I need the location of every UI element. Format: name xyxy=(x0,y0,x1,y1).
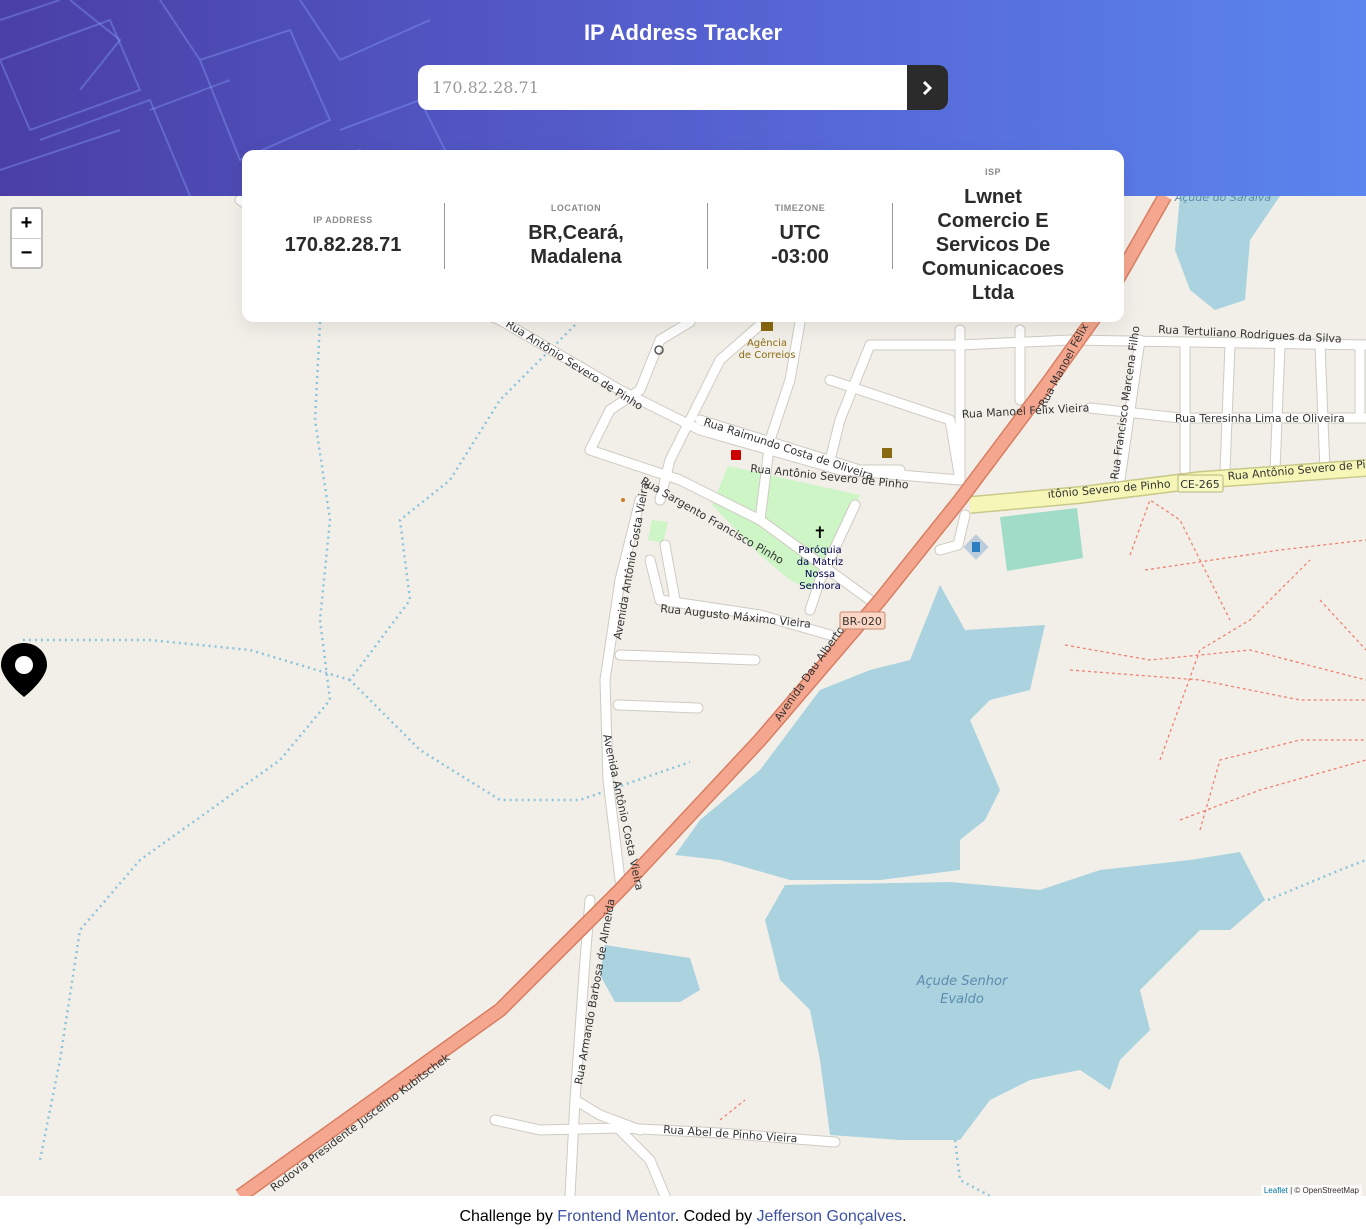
isp-value-line4: Comunicacoes xyxy=(921,258,1065,280)
timezone-cell: TIMEZONE UTC -03:00 xyxy=(708,203,892,269)
author-link[interactable]: Jefferson Gonçalves xyxy=(757,1208,903,1225)
church-icon: ✝ xyxy=(813,523,826,542)
location-cell: LOCATION BR,Ceará, Madalena xyxy=(445,203,707,269)
poi-label: Paróquia xyxy=(798,544,841,556)
poi-label: Senhora xyxy=(799,581,841,592)
pharmacy-icon xyxy=(731,450,741,460)
sports-field xyxy=(1000,508,1083,571)
street-label: Rodovia Presidente Juscelino Kubitschek xyxy=(268,1051,453,1195)
footer: Challenge by Frontend Mentor. Coded by J… xyxy=(0,1208,1366,1226)
road-shield: BR-020 xyxy=(842,615,882,628)
isp-value-line3: Servicos De xyxy=(935,234,1051,256)
search-bar xyxy=(418,65,948,110)
water-label: Açude do Saraiva xyxy=(1174,196,1272,204)
ip-cell: IP ADDRESS 170.82.28.71 xyxy=(242,215,444,257)
chevron-right-icon xyxy=(922,80,933,95)
lake-saraiva xyxy=(1175,196,1280,310)
street-label: Rua Teresinha Lima de Oliveira xyxy=(1175,412,1345,425)
ip-search-input[interactable] xyxy=(418,65,907,110)
isp-label: ISP xyxy=(984,167,1001,177)
location-value-line1: BR,Ceará, xyxy=(528,222,624,244)
zoom-control: + − xyxy=(10,207,43,269)
street-label: Rua Antônio Severo de Pinho xyxy=(503,318,645,413)
page-title: IP Address Tracker xyxy=(583,20,783,45)
leaflet-link[interactable]: Leaflet xyxy=(1264,1186,1288,1195)
isp-value-line5: Ltda xyxy=(971,282,1015,304)
street-label: Rua Abel de Pinho Vieira xyxy=(663,1123,798,1145)
info-card: IP ADDRESS 170.82.28.71 LOCATION BR,Cear… xyxy=(242,150,1124,322)
attribution-text: | © OpenStreetMap xyxy=(1287,1186,1359,1195)
footer-suffix: . xyxy=(902,1208,907,1225)
water-label: Açude Senhor xyxy=(916,974,1009,989)
footer-prefix: Challenge by xyxy=(459,1208,558,1225)
map-tiles: Rua Tertuliano Rodrigues da Silva Rua Te… xyxy=(20,196,1366,1196)
footer-middle: . Coded by xyxy=(674,1208,757,1225)
road-shield: CE-265 xyxy=(1180,478,1220,491)
map[interactable]: Rua Tertuliano Rodrigues da Silva Rua Te… xyxy=(0,196,1366,1196)
timezone-label: TIMEZONE xyxy=(774,203,826,213)
poi-label: da Matriz xyxy=(797,557,843,568)
ip-label: IP ADDRESS xyxy=(313,215,373,225)
isp-value-line1: Lwnet xyxy=(964,186,1022,208)
post-office-icon xyxy=(761,322,773,331)
location-value-line2: Madalena xyxy=(530,246,622,268)
small-pond xyxy=(600,945,700,1002)
zoom-in-button[interactable]: + xyxy=(12,209,41,238)
isp-value-line2: Comercio E xyxy=(937,210,1049,232)
townhall-icon xyxy=(882,448,892,458)
ip-value: 170.82.28.71 xyxy=(284,234,402,256)
isp-cell: ISP Lwnet Comercio E Servicos De Comunic… xyxy=(893,167,1093,305)
location-pin-icon[interactable] xyxy=(0,642,48,698)
zoom-out-button[interactable]: − xyxy=(12,238,41,267)
water-label: Evaldo xyxy=(940,992,984,1007)
poi-label: Nossa xyxy=(805,569,835,580)
timezone-value-line2: -03:00 xyxy=(771,246,829,268)
map-attribution: Leaflet | © OpenStreetMap xyxy=(1260,1185,1362,1196)
poi-label: de Correios xyxy=(739,350,796,361)
poi-label: Agência xyxy=(747,337,787,349)
timezone-value-line1: UTC xyxy=(779,222,821,244)
lake-senhor-evaldo-south xyxy=(765,852,1265,1140)
search-submit-button[interactable] xyxy=(907,65,948,110)
frontend-mentor-link[interactable]: Frontend Mentor xyxy=(557,1208,674,1225)
location-label: LOCATION xyxy=(550,203,602,213)
